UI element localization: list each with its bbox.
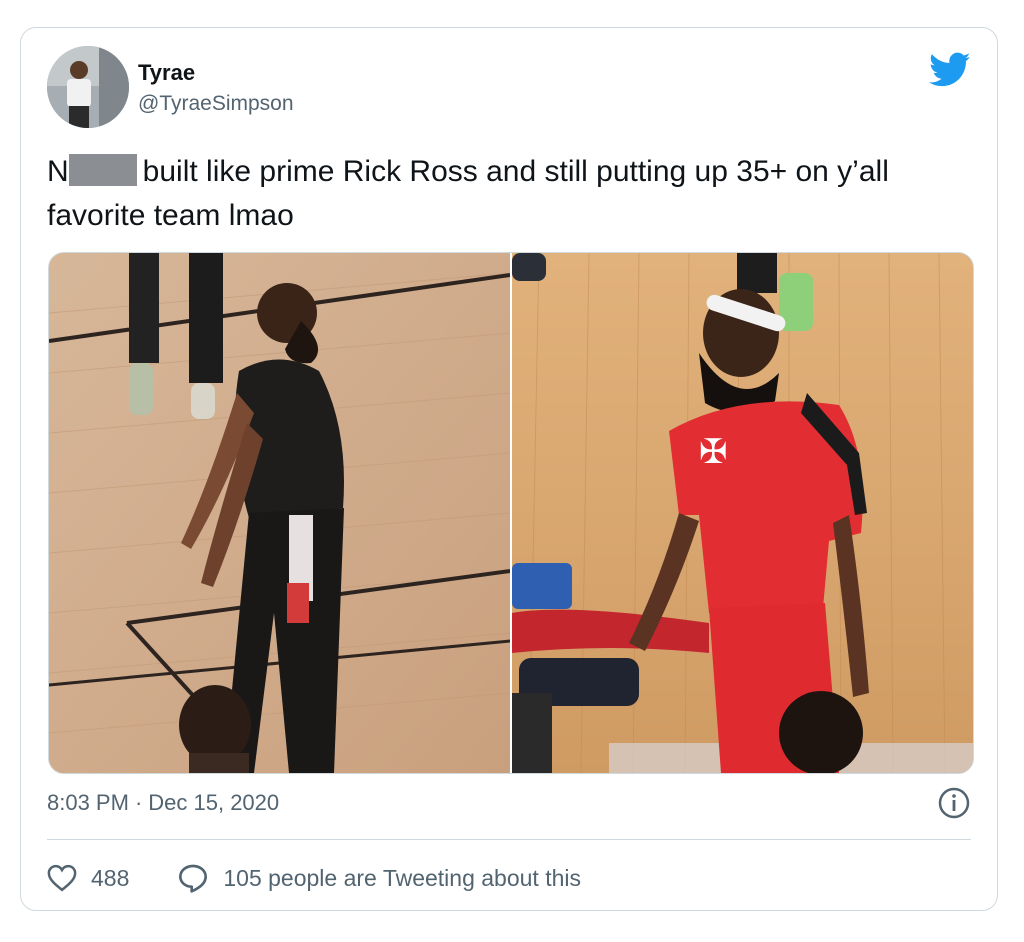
tweet-date: Dec 15, 2020 [148, 790, 280, 815]
tweet-text-rest: built like prime Rick Ross and still put… [47, 155, 889, 232]
tweet-card[interactable]: Tyrae @TyraeSimpson Nbuilt like prime Ri… [20, 27, 998, 911]
info-icon[interactable] [937, 786, 971, 820]
avatar-photo [47, 46, 129, 128]
redaction-bar [68, 154, 137, 186]
heart-icon [47, 864, 77, 892]
left-photo-panel [49, 253, 511, 773]
like-button[interactable]: 488 [47, 864, 177, 892]
tweet-time: 8:03 PM [47, 790, 129, 815]
conversation-text: 105 people are Tweeting about this [223, 864, 581, 891]
divider [47, 839, 971, 840]
timestamp-separator: · [134, 790, 143, 815]
tweet-media-photo[interactable]: ✠ [48, 252, 974, 774]
author-handle[interactable]: @TyraeSimpson [138, 92, 294, 116]
right-photo-panel: ✠ [512, 253, 973, 773]
like-count: 488 [91, 864, 130, 891]
conversation-button[interactable]: 105 people are Tweeting about this [177, 863, 581, 893]
tweet-text: Nbuilt like prime Rick Ross and still pu… [47, 150, 977, 238]
speech-bubble-icon [179, 864, 208, 893]
svg-text:✠: ✠ [699, 432, 728, 472]
author-avatar[interactable] [47, 46, 129, 128]
tweet-timestamp[interactable]: 8:03 PM · Dec 15, 2020 [47, 790, 279, 816]
tweet-actions: 488 105 people are Tweeting about this [47, 858, 581, 898]
twitter-bird-icon[interactable] [929, 52, 971, 88]
author-display-name[interactable]: Tyrae [138, 60, 195, 86]
tweet-text-start: N [47, 155, 69, 188]
